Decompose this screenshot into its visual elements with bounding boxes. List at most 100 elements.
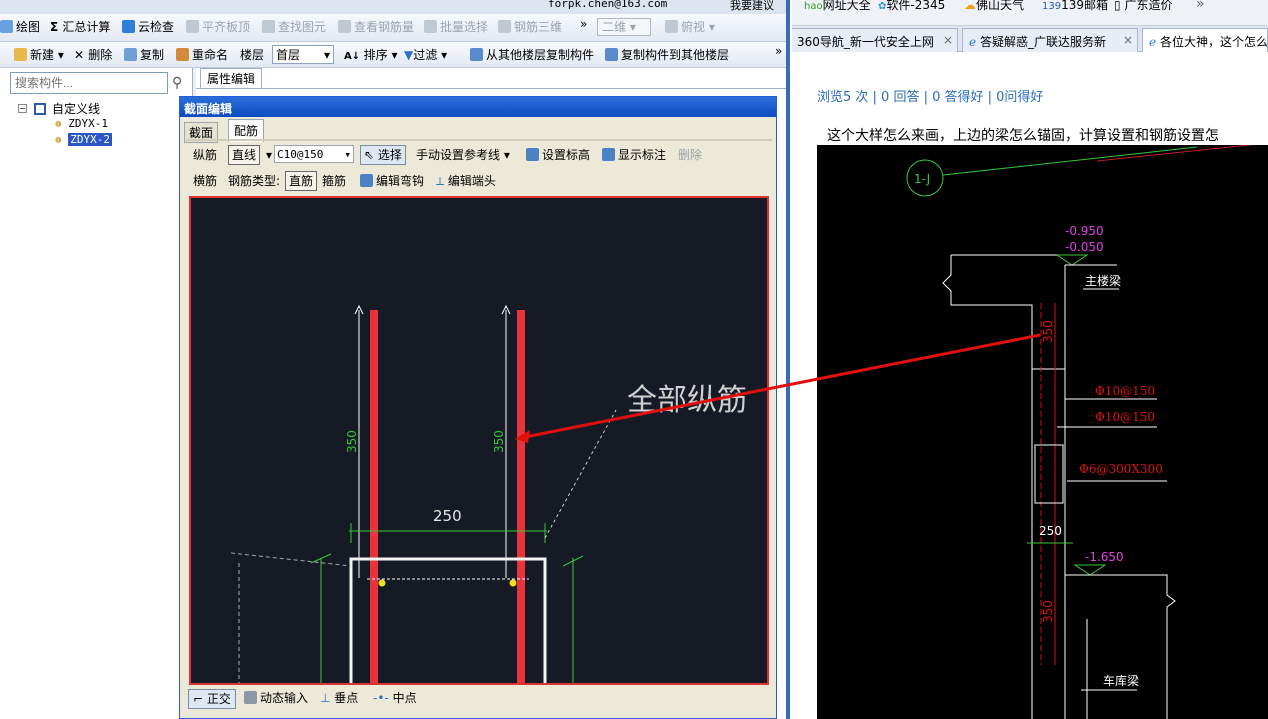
email-label[interactable]: forpk.chen@163.com xyxy=(548,0,667,10)
browser-tabs: 360导航_新一代安全上网 × ℯ 答疑解惑_广联达服务新 × ℯ 各位大神，这个怎… xyxy=(792,26,1268,52)
midpoint-toggle[interactable]: -•- 中点 xyxy=(373,690,417,706)
find-icon xyxy=(262,20,275,33)
tab-divider xyxy=(196,88,790,89)
hao-icon: hao xyxy=(804,1,823,12)
rebar-right xyxy=(517,310,525,683)
filter-button[interactable]: ▼过滤 ▾ xyxy=(404,47,447,63)
component-toolbar: 新建 ▾ ✕ 删除 复制 重命名 楼层 首层 ▾ A↓ 排序 ▾ ▼过滤 ▾ 从其… xyxy=(0,42,790,68)
component-search-input[interactable] xyxy=(10,72,168,94)
more-chevron-icon[interactable]: » xyxy=(1196,0,1205,12)
edit-hook-button[interactable]: 编辑弯钩 xyxy=(360,173,424,189)
bookmark-item[interactable]: ✿软件-2345 xyxy=(878,0,945,15)
svg-text:250: 250 xyxy=(1039,524,1062,538)
rebar-spec-input[interactable]: C10@150 ▾ xyxy=(274,145,354,163)
draw-button[interactable]: 绘图 xyxy=(0,19,40,35)
manual-reference-line-button[interactable]: 手动设置参考线 ▾ xyxy=(416,147,510,163)
copy-icon xyxy=(124,48,137,61)
browser-tab[interactable]: ℯ 答疑解惑_广联达服务新 × xyxy=(962,28,1138,52)
new-button[interactable]: 新建 ▾ xyxy=(14,47,64,63)
chevron-down-icon[interactable]: ▾ xyxy=(266,147,272,163)
midpoint-icon: -•- xyxy=(373,691,389,705)
svg-text:车库梁: 车库梁 xyxy=(1103,673,1139,688)
dim-left-label: 350 xyxy=(345,430,359,453)
dim-right-label: 350 xyxy=(492,430,506,453)
overflow-chevron-icon[interactable]: » xyxy=(775,43,782,59)
cursor-icon: ⇖ xyxy=(364,148,375,162)
sort-button[interactable]: A↓ 排序 ▾ xyxy=(344,47,397,65)
weather-icon: ☁ xyxy=(964,0,976,12)
139-icon: 139 xyxy=(1042,1,1062,12)
bookmark-item[interactable]: hao网址大全 xyxy=(804,0,871,15)
stirrup-button[interactable]: 箍筋 xyxy=(322,173,346,189)
page-icon: ▯ xyxy=(1114,0,1121,12)
copy-from-floor-button[interactable]: 从其他楼层复制构件 xyxy=(470,47,594,63)
delete-button[interactable]: 删除 xyxy=(678,147,702,163)
top-view-icon xyxy=(665,20,678,33)
collapse-icon[interactable]: − xyxy=(18,104,27,113)
bookmark-item[interactable]: ☁佛山天气 xyxy=(964,0,1024,13)
close-icon[interactable]: × xyxy=(943,33,953,47)
suggest-link[interactable]: 我要建议 xyxy=(730,0,774,13)
rebar-qty-icon xyxy=(338,20,351,33)
rename-button[interactable]: 重命名 xyxy=(176,47,228,63)
ie-icon: ℯ xyxy=(969,35,977,49)
close-icon[interactable]: × xyxy=(1123,33,1133,47)
copy-to-floor-button[interactable]: 复制构件到其他楼层 xyxy=(605,47,729,63)
elevation-icon xyxy=(526,148,539,161)
bookmark-item[interactable]: 139139邮箱 xyxy=(1042,0,1108,15)
view-rebar-qty-button[interactable]: 查看钢筋量 xyxy=(338,19,414,35)
section-outline xyxy=(349,557,547,683)
top-view-select[interactable]: 俯视 ▾ xyxy=(665,19,715,35)
tree-item-zdyx-1[interactable]: ❁ ZDYX-1 xyxy=(55,117,108,130)
tree-item-zdyx-2[interactable]: ❁ ZDYX-2 xyxy=(55,133,112,146)
svg-text:350: 350 xyxy=(1041,600,1055,623)
browser-tab-active[interactable]: ℯ 各位大神，这个怎么 xyxy=(1142,28,1268,52)
dialog-title: 截面编辑 xyxy=(180,97,776,117)
show-annotation-button[interactable]: 显示标注 xyxy=(602,147,666,163)
ortho-toggle[interactable]: ⌐ 正交 xyxy=(188,689,236,709)
rebar-3d-icon xyxy=(498,20,511,33)
section-drawing-canvas[interactable]: 350 350 250 全部纵筋 xyxy=(189,196,769,685)
summary-calc-button[interactable]: Σ 汇总计算 xyxy=(50,19,110,35)
find-element-button[interactable]: 查找图元 xyxy=(262,19,326,35)
browser-tab[interactable]: 360导航_新一代安全上网 × xyxy=(792,28,958,52)
dim-width-label: 250 xyxy=(433,507,462,525)
overflow-chevron-icon[interactable]: » xyxy=(580,16,587,32)
tree-root[interactable]: − 自定义线 xyxy=(18,100,100,117)
tab-property-edit[interactable]: 属性编辑 xyxy=(200,68,263,88)
note-leader xyxy=(544,409,617,539)
cad-drawing-svg: 1-J -0.950 -0.050 主楼梁 350 Φ10@150 Φ10@15… xyxy=(906,145,1254,719)
cloud-check-button[interactable]: 云检查 xyxy=(122,19,174,35)
batch-select-icon xyxy=(424,20,437,33)
sort-icon: A↓ xyxy=(344,51,364,62)
question-text: 这个大样怎么来画，上边的梁怎么锚固，计算设置和钢筋设置怎 xyxy=(827,128,1219,144)
cloud-check-icon xyxy=(122,20,135,33)
batch-select-button[interactable]: 批量选择 xyxy=(424,19,488,35)
end-icon: ⟂ xyxy=(436,174,445,188)
floor-label: 楼层 xyxy=(240,48,265,62)
align-slab-top-button[interactable]: 平齐板顶 xyxy=(186,19,250,35)
hook-icon xyxy=(360,174,373,187)
svg-text:Φ10@150: Φ10@150 xyxy=(1095,384,1155,398)
copy-button[interactable]: 复制 xyxy=(124,47,164,63)
rebar-3d-button[interactable]: 钢筋三维 xyxy=(498,19,562,35)
perpendicular-toggle[interactable]: ⊥ 垂点 xyxy=(320,690,358,706)
view-2d-select[interactable]: 二维 ▾ xyxy=(597,18,651,36)
straight-rebar-button[interactable]: 直筋 xyxy=(285,171,318,191)
question-stats: 浏览5 次 | 0 回答 | 0 答得好 | 0问得好 xyxy=(817,90,1044,105)
set-elevation-button[interactable]: 设置标高 xyxy=(526,147,590,163)
app-top-strip: forpk.chen@163.com 我要建议 xyxy=(0,0,790,14)
floor-select[interactable]: 首层 ▾ xyxy=(272,45,334,64)
delete-x-icon: ✕ xyxy=(74,48,89,62)
bookmark-item[interactable]: ▯ 广东造价 xyxy=(1114,0,1172,13)
select-button[interactable]: ⇖ 选择 xyxy=(360,145,406,165)
edit-end-button[interactable]: ⟂ 编辑端头 xyxy=(436,173,496,189)
search-icon[interactable]: ⚲ xyxy=(172,75,182,91)
dynamic-input-toggle[interactable]: 动态输入 xyxy=(244,690,308,706)
line-mode-button[interactable]: 直线 xyxy=(228,145,261,165)
ref-point-right xyxy=(509,579,517,587)
svg-text:-1.650: -1.650 xyxy=(1085,550,1124,564)
delete-button[interactable]: ✕ 删除 xyxy=(74,47,112,63)
dialog-tabs: 截面 配筋 xyxy=(184,119,772,143)
chevron-down-icon: ▾ xyxy=(323,48,330,62)
